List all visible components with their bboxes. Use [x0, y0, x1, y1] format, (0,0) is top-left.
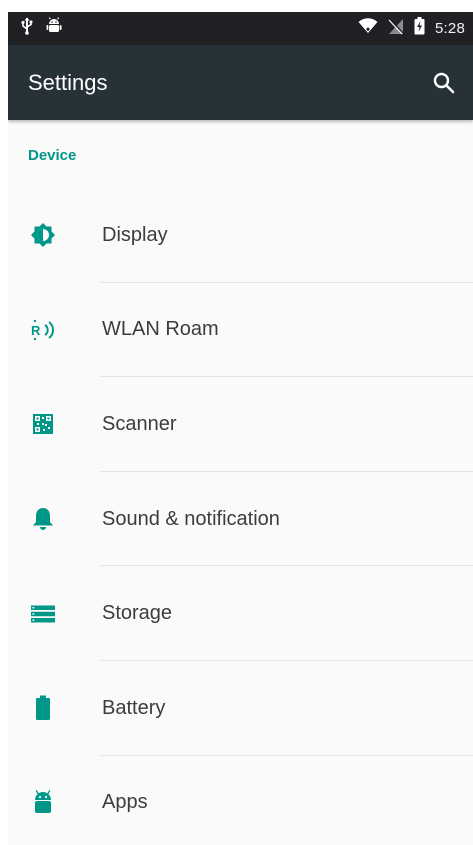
- svg-text:R: R: [31, 323, 41, 338]
- list-item-storage[interactable]: Storage: [8, 566, 473, 661]
- usb-icon: [20, 17, 34, 40]
- list-item-scanner[interactable]: Scanner: [8, 377, 473, 472]
- list-item-label: WLAN Roam: [102, 318, 219, 341]
- list-item-label: Scanner: [102, 412, 177, 435]
- search-button[interactable]: [429, 68, 459, 98]
- wifi-icon: [358, 18, 378, 39]
- list-item-label: Battery: [102, 696, 166, 719]
- status-right-icons: 5:28: [358, 17, 465, 40]
- list-item-apps[interactable]: Apps: [8, 756, 473, 845]
- status-time: 5:28: [435, 20, 465, 37]
- list-item-battery[interactable]: Battery: [8, 661, 473, 756]
- qr-scanner-icon: [28, 409, 58, 439]
- android-icon: [28, 788, 58, 818]
- battery-charging-icon: [414, 17, 425, 40]
- list-item-display[interactable]: Display: [8, 188, 473, 283]
- brightness-icon: [28, 220, 58, 250]
- section-header-device: Device: [28, 147, 77, 164]
- search-icon: [433, 72, 455, 93]
- no-sim-icon: [388, 18, 404, 40]
- settings-screen: 5:28 Settings Device Display R WLAN Roam…: [8, 12, 473, 845]
- page-title: Settings: [28, 69, 108, 95]
- list-item-label: Storage: [102, 602, 173, 625]
- list-item-sound-notification[interactable]: Sound & notification: [8, 472, 473, 567]
- app-toolbar: Settings: [8, 45, 473, 120]
- status-left-icons: [20, 17, 62, 40]
- settings-list: Display R WLAN Roam Scanner Sound & noti…: [8, 188, 473, 845]
- android-debug-icon: [46, 17, 62, 40]
- storage-icon: [28, 599, 58, 629]
- bell-icon: [28, 504, 58, 534]
- list-item-label: Sound & notification: [102, 507, 280, 530]
- list-item-label: Display: [102, 223, 168, 246]
- wlan-roam-icon: R: [28, 315, 58, 345]
- status-bar: 5:28: [8, 12, 473, 45]
- list-item-wlan-roam[interactable]: R WLAN Roam: [8, 283, 473, 378]
- battery-icon: [28, 693, 58, 723]
- list-item-label: Apps: [102, 791, 148, 814]
